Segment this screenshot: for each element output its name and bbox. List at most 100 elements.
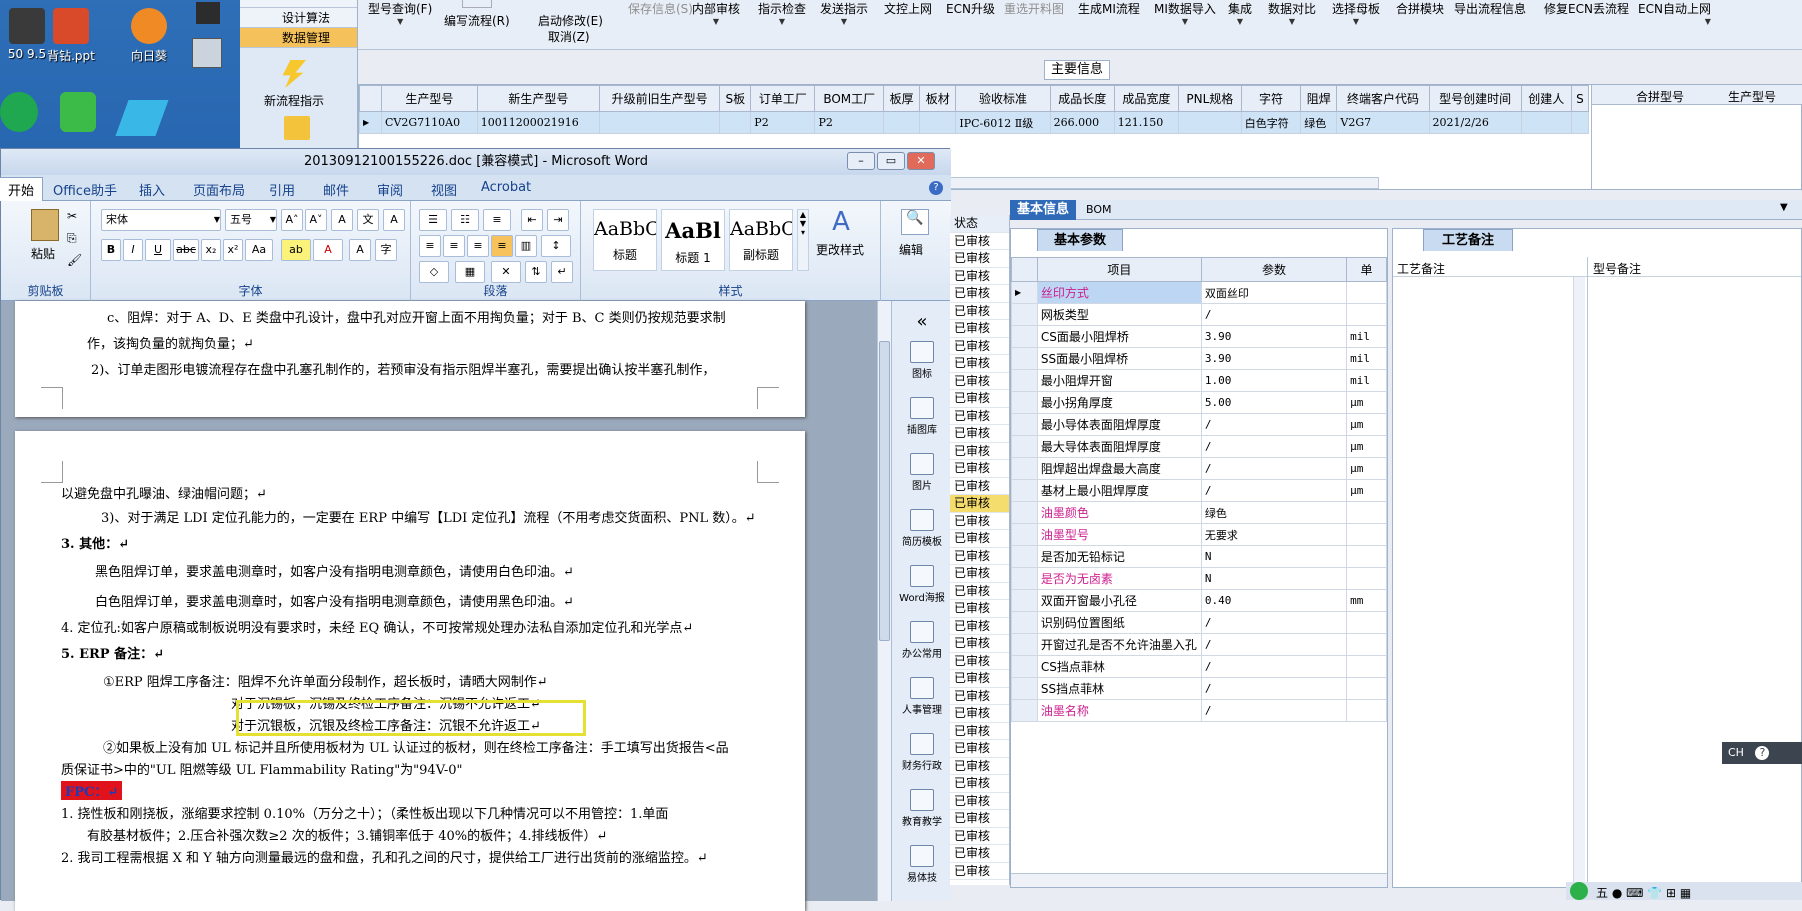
collapse-pane-icon[interactable]: « [892, 311, 952, 332]
column-header[interactable]: S板 [719, 85, 752, 112]
calculator-icon[interactable] [192, 38, 222, 68]
column-header[interactable]: 验收标准 [955, 85, 1051, 112]
param-row[interactable]: CS挡点菲林 / [1011, 655, 1387, 678]
param-value[interactable]: 5.00 [1200, 391, 1348, 414]
bold-icon[interactable]: B [101, 239, 121, 261]
param-value[interactable]: / [1200, 699, 1348, 722]
toolbar-write-flow[interactable]: 编写流程(R) [444, 12, 510, 29]
status-cell[interactable]: 已审核 [950, 670, 1009, 688]
tab-basic-params[interactable]: 基本参数 [1037, 229, 1123, 251]
desktop-icon-ppt[interactable]: 背钻.ppt [36, 8, 106, 64]
param-value[interactable]: N [1200, 545, 1348, 568]
column-header[interactable]: 终端客户代码 [1336, 85, 1430, 112]
param-row[interactable]: 最大导体表面阻焊厚度 / μm [1011, 435, 1387, 458]
param-value[interactable]: 3.90 [1200, 347, 1348, 370]
param-value[interactable]: / [1200, 655, 1348, 678]
pane-item-finance[interactable]: 财务行政 [892, 733, 952, 772]
param-row[interactable]: 识别码位置图纸 / [1011, 611, 1387, 634]
status-cell[interactable]: 已审核 [950, 408, 1009, 425]
tab-acrobat[interactable]: Acrobat [481, 180, 531, 195]
table-cell[interactable] [919, 111, 957, 134]
tab-process-remark[interactable]: 工艺备注 [1423, 229, 1513, 251]
status-cell[interactable]: 已审核 [950, 390, 1009, 408]
desktop-icon-sunflower[interactable]: 向日葵 [114, 8, 184, 64]
column-header[interactable]: 新生产型号 [476, 85, 601, 112]
column-header[interactable]: S [1570, 85, 1590, 112]
status-cell[interactable]: 已审核 [950, 425, 1009, 443]
status-cell[interactable]: 已审核 [950, 845, 1009, 863]
table-cell[interactable] [1570, 111, 1590, 134]
font-name-select[interactable]: 宋体 ▼ [101, 209, 221, 231]
param-row[interactable]: 油墨名称 / [1011, 699, 1387, 722]
chevron-down-icon[interactable]: ▼ [1780, 202, 1788, 213]
table-cell[interactable]: 10011200021916 [476, 111, 601, 134]
status-cell[interactable]: 已审核 [950, 355, 1009, 373]
bullets-icon[interactable]: ☰ [419, 209, 447, 231]
toolbar-reselect-cutting[interactable]: 重选开料图 [1004, 0, 1064, 17]
table-cell[interactable] [1177, 111, 1242, 134]
distribute-icon[interactable]: ▥ [515, 235, 537, 257]
find-icon[interactable]: 🔍 [901, 209, 929, 235]
table-cell[interactable] [719, 111, 752, 134]
toolbar-internal-audit[interactable]: 内部审核 ▼ [692, 0, 740, 26]
table-cell[interactable]: 白色字符 [1240, 111, 1302, 134]
status-cell[interactable]: 已审核 [950, 233, 1009, 250]
status-cell[interactable]: 已审核 [950, 338, 1009, 355]
param-row[interactable]: 油墨颜色 绿色 [1011, 501, 1387, 524]
pane-item-more[interactable]: 易体技 [892, 845, 952, 884]
param-value[interactable]: 1.00 [1200, 369, 1348, 392]
param-row[interactable]: CS面最小阻焊桥 3.90 mil [1011, 325, 1387, 348]
status-cell[interactable]: 已审核 [950, 705, 1009, 723]
folder-icon[interactable] [284, 116, 310, 140]
table-cell[interactable]: 266.000 [1049, 111, 1115, 134]
param-row[interactable]: 油墨型号 无要求 [1011, 523, 1387, 546]
column-header[interactable]: 成品宽度 [1113, 85, 1179, 112]
strikethrough-icon[interactable]: abc [173, 239, 199, 261]
grow-font-icon[interactable]: A˄ [281, 209, 303, 231]
column-header[interactable]: BOM工厂 [814, 85, 885, 112]
table-row[interactable]: ▶ CV2G7110A0 10011200021916 P2 P2 IPC-6012 Ⅱ级… [359, 111, 1590, 134]
param-row[interactable]: 基材上最小阻焊厚度 / μm [1011, 479, 1387, 502]
param-value[interactable]: / [1200, 479, 1348, 502]
status-cell[interactable]: 已审核 [950, 478, 1009, 495]
param-value[interactable]: / [1200, 435, 1348, 458]
param-value[interactable]: / [1200, 611, 1348, 634]
align-right-icon[interactable]: ≡ [467, 235, 489, 257]
status-cell[interactable]: 已审核 [950, 618, 1009, 635]
sogou-icon[interactable] [1570, 882, 1588, 900]
justify-icon[interactable]: ≡ [491, 235, 513, 257]
status-cell[interactable]: 已审核 [950, 443, 1009, 460]
toolbar-generate-mi[interactable]: 生成MI流程 [1078, 0, 1140, 17]
remarks-divider[interactable] [1587, 257, 1588, 887]
document-page-2[interactable]: 以避免盘中孔曝油、绿油帽问题；↵ 3)、对于满足 LDI 定位孔能力的，一定要在… [15, 431, 805, 911]
toolbar-repair-ecn[interactable]: 修复ECN丢流程 [1544, 0, 1629, 17]
pane-item-resume[interactable]: 简历模板 [892, 509, 952, 548]
quick-access-toolbar[interactable] [7, 153, 77, 171]
column-header[interactable]: 订单工厂 [750, 85, 816, 112]
shrink-font-icon[interactable]: A˅ [305, 209, 327, 231]
tab-home[interactable]: 开始 [0, 177, 44, 201]
highlight-icon[interactable]: ab [281, 239, 311, 261]
font-color-icon[interactable]: A [313, 239, 343, 261]
toolbar-mi-import[interactable]: MI数据导入 ▼ [1154, 0, 1216, 26]
toolbar-cancel[interactable]: 取消(Z) [548, 28, 590, 45]
change-styles-button[interactable]: 更改样式 [809, 241, 871, 258]
pane-item-office[interactable]: 办公常用 [892, 621, 952, 660]
pane-item-pictures[interactable]: 图片 [892, 453, 952, 492]
pane-item-poster[interactable]: Word海报 [892, 565, 952, 604]
nav-item-design-algorithm[interactable]: 设计算法 [240, 8, 357, 28]
table-cell[interactable]: IPC-6012 Ⅱ级 [955, 111, 1051, 134]
param-value[interactable]: / [1200, 457, 1348, 480]
edit-button[interactable]: 编辑 [899, 241, 923, 258]
status-cell[interactable]: 已审核 [950, 793, 1009, 810]
status-cell[interactable]: 已审核 [950, 530, 1009, 548]
tab-page-layout[interactable]: 页面布局 [193, 180, 245, 199]
column-header[interactable]: PNL规格 [1177, 85, 1242, 112]
status-cell[interactable]: 已审核 [950, 758, 1009, 775]
column-header[interactable]: 成品长度 [1049, 85, 1115, 112]
help-icon[interactable]: ? [1755, 746, 1770, 760]
multilevel-list-icon[interactable]: ≡ [483, 209, 511, 231]
toolbar-ecn-upgrade[interactable]: ECN升级 [946, 0, 995, 17]
chinese-layout-icon[interactable]: ✕ [491, 261, 521, 283]
cut-icon[interactable]: ✂ [67, 209, 77, 223]
